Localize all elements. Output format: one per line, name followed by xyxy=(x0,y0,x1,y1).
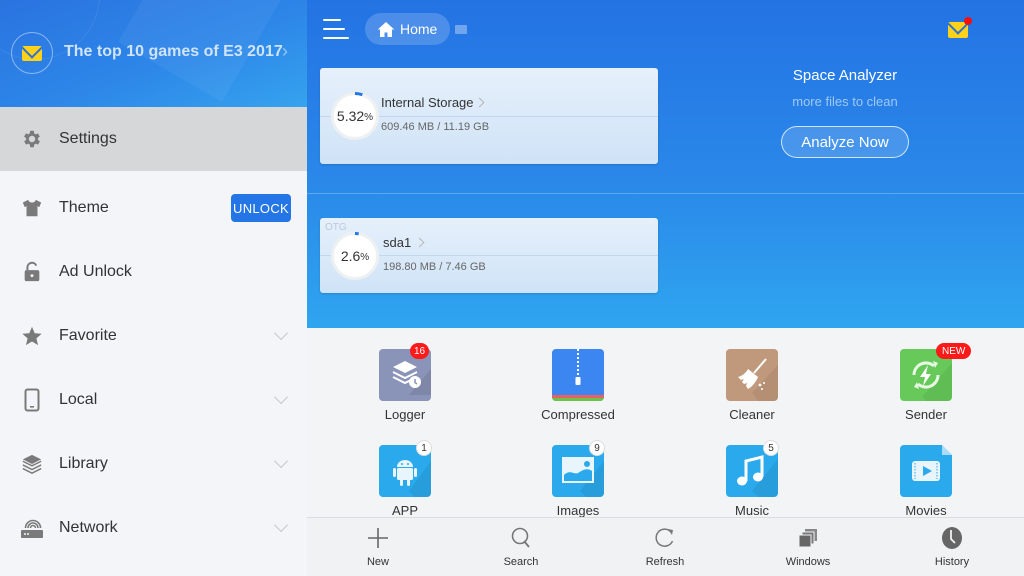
tile-label: Images xyxy=(556,503,600,518)
notification-badge: 5 xyxy=(763,440,779,456)
chevron-right-icon: › xyxy=(282,41,288,61)
usage-percent: 5.32% xyxy=(334,95,376,137)
bottom-toolbar: New Search Refresh Windows History xyxy=(307,518,1024,576)
chevron-right-icon xyxy=(414,237,425,248)
storage-card-internal[interactable]: 5.32% Internal Storage 609.46 MB / 11.19… xyxy=(320,68,658,164)
tile-logger[interactable]: 16 Logger xyxy=(335,343,475,439)
sidebar-item-label: Network xyxy=(59,519,118,536)
sidebar-item-network[interactable]: Network xyxy=(0,496,307,560)
storage-card-otg[interactable]: OTG 2.6% sda1 198.80 MB / 7.46 GB xyxy=(320,218,658,293)
usage-ring: 2.6% xyxy=(331,232,379,280)
tile-sender[interactable]: NEW Sender xyxy=(856,343,996,439)
unread-dot xyxy=(964,17,972,25)
plus-icon xyxy=(368,528,388,548)
nav-label: Search xyxy=(503,556,539,568)
usage-percent: 2.6% xyxy=(334,235,376,277)
space-analyzer-title: Space Analyzer xyxy=(792,67,898,84)
mail-icon xyxy=(22,45,42,61)
menu-line xyxy=(323,37,349,39)
nav-label: Windows xyxy=(785,556,831,568)
tile-label: Movies xyxy=(905,503,947,518)
zip-icon xyxy=(552,349,604,401)
breadcrumb-label: Home xyxy=(400,21,438,37)
space-analyzer-subtitle: more files to clean xyxy=(792,94,898,109)
menu-line xyxy=(323,19,341,21)
tile-label: Logger xyxy=(384,407,426,422)
breadcrumb-end-marker xyxy=(455,25,467,34)
star-icon xyxy=(20,324,44,348)
history-button[interactable]: History xyxy=(902,518,1002,576)
chevron-down-icon[interactable] xyxy=(273,389,289,405)
chevron-down-icon[interactable] xyxy=(273,453,289,469)
hamburger-menu-button[interactable] xyxy=(323,19,349,41)
phone-icon xyxy=(20,388,44,412)
refresh-button[interactable]: Refresh xyxy=(615,518,715,576)
chevron-down-icon[interactable] xyxy=(273,325,289,341)
sidebar-item-favorite[interactable]: Favorite xyxy=(0,304,307,368)
storage-size: 609.46 MB / 11.19 GB xyxy=(381,121,490,133)
news-banner[interactable]: The top 10 games of E3 2017 › xyxy=(0,0,307,107)
tile-label: Compressed xyxy=(541,407,615,422)
broom-icon xyxy=(726,349,778,401)
windows-button[interactable]: Windows xyxy=(758,518,858,576)
tile-label: APP xyxy=(391,503,418,518)
analyze-now-button[interactable]: Analyze Now xyxy=(781,126,909,158)
chevron-down-icon[interactable] xyxy=(273,517,289,533)
navigation-drawer: The top 10 games of E3 2017 › Settings T… xyxy=(0,0,307,576)
usage-percent-value: 5.32 xyxy=(336,108,365,124)
storage-header: Home 5.32% Internal Storage 609.46 MB / … xyxy=(307,0,1024,328)
section-divider xyxy=(307,193,1024,194)
sidebar-item-library[interactable]: Library xyxy=(0,432,307,496)
unlock-theme-button[interactable]: UNLOCK xyxy=(231,194,291,222)
tshirt-icon xyxy=(20,196,44,220)
search-button[interactable]: Search xyxy=(471,518,571,576)
storage-name: Internal Storage xyxy=(381,95,474,110)
windows-icon xyxy=(798,529,817,548)
tile-label: Sender xyxy=(905,407,947,422)
menu-line xyxy=(323,28,345,30)
chevron-right-icon xyxy=(474,97,485,108)
sidebar-item-label: Theme xyxy=(59,199,109,216)
usage-percent-unit: % xyxy=(360,252,370,263)
new-badge: NEW xyxy=(936,343,972,359)
usage-percent-value: 2.6 xyxy=(340,248,361,264)
sidebar-item-label: Library xyxy=(59,455,108,472)
gear-icon xyxy=(20,127,44,151)
notification-badge: 1 xyxy=(416,440,432,456)
storage-name: sda1 xyxy=(383,235,412,250)
notification-badge: 16 xyxy=(410,343,430,359)
news-title[interactable]: The top 10 games of E3 2017 xyxy=(64,43,283,61)
usage-ring: 5.32% xyxy=(331,92,379,140)
sidebar-item-label: Local xyxy=(59,391,98,408)
nav-label: New xyxy=(366,556,389,568)
usage-percent-unit: % xyxy=(364,112,374,123)
video-icon xyxy=(900,445,952,497)
notification-badge: 9 xyxy=(589,440,605,456)
nav-label: History xyxy=(934,556,970,568)
home-icon xyxy=(377,21,395,37)
new-button[interactable]: New xyxy=(328,518,428,576)
tile-label: Cleaner xyxy=(729,407,775,422)
layers-icon xyxy=(20,452,44,476)
storage-size: 198.80 MB / 7.46 GB xyxy=(383,261,486,273)
nav-label: Refresh xyxy=(645,556,685,568)
unlock-icon xyxy=(20,260,44,284)
sidebar-item-ad-unlock[interactable]: Ad Unlock xyxy=(0,240,307,304)
sidebar-item-settings[interactable]: Settings xyxy=(0,107,307,171)
sidebar-item-label: Favorite xyxy=(59,327,117,344)
breadcrumb-home[interactable]: Home xyxy=(365,13,450,45)
tile-compressed[interactable]: Compressed xyxy=(508,349,648,439)
sidebar-item-theme[interactable]: Theme UNLOCK xyxy=(0,176,307,240)
sidebar-item-label: Settings xyxy=(59,130,117,147)
router-icon xyxy=(20,516,44,540)
tile-cleaner[interactable]: Cleaner xyxy=(682,349,822,439)
notification-button[interactable] xyxy=(948,17,972,38)
sidebar-item-local[interactable]: Local xyxy=(0,368,307,432)
refresh-icon xyxy=(655,528,674,547)
sidebar-item-label: Ad Unlock xyxy=(59,263,132,280)
news-mail-badge xyxy=(11,32,53,74)
tile-label: Music xyxy=(735,503,769,518)
search-icon xyxy=(511,527,530,548)
clock-icon xyxy=(942,527,962,549)
